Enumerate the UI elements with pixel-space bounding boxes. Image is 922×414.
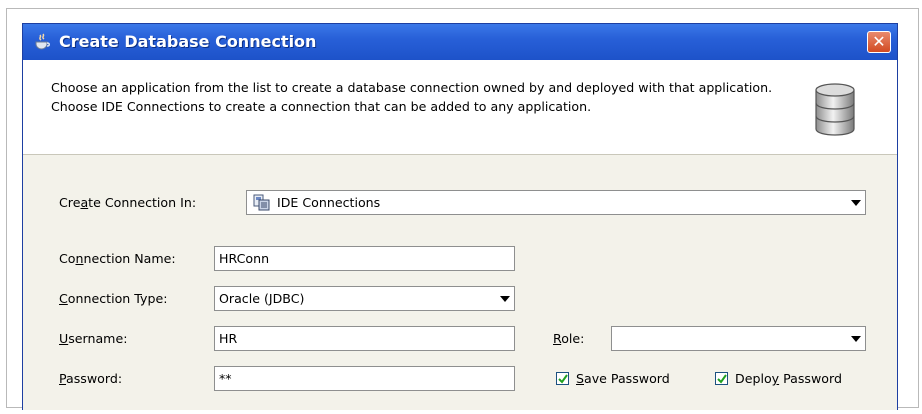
dialog-title: Create Database Connection [59,32,317,51]
description-text: Choose an application from the list to c… [51,80,773,114]
close-button[interactable]: ✕ [867,31,891,53]
save-password-label[interactable]: Save Password [576,371,670,386]
connections-icon [253,194,270,211]
chevron-down-icon[interactable] [495,288,513,309]
checkmark-icon [558,374,568,384]
role-label: Role: [553,331,585,346]
chevron-down-icon[interactable] [846,192,864,213]
chevron-down-icon[interactable] [846,328,864,349]
connection-name-label: Connection Name: [59,251,176,266]
role-select[interactable] [611,326,866,351]
checkmark-icon [717,374,727,384]
title-bar[interactable]: Create Database Connection ✕ [23,24,897,60]
password-input[interactable]: ** [214,366,515,391]
create-connection-in-label: Create Connection In: [59,195,197,210]
create-database-connection-dialog: Create Database Connection ✕ Choose an a… [22,23,898,410]
password-label: Password: [59,371,123,386]
create-connection-in-select[interactable]: IDE Connections [246,190,866,215]
deploy-password-label[interactable]: Deploy Password [735,371,842,386]
deploy-password-checkbox[interactable] [715,372,728,385]
username-input[interactable]: HR [214,326,515,351]
connection-name-input[interactable]: HRConn [214,246,515,271]
save-password-checkbox[interactable] [556,372,569,385]
description-panel: Choose an application from the list to c… [23,60,897,155]
java-cup-icon [35,33,50,50]
create-connection-in-value: IDE Connections [277,195,381,210]
username-label: Username: [59,331,128,346]
connection-type-label: Connection Type: [59,291,168,306]
connection-type-value: Oracle (JDBC) [219,291,305,306]
close-icon: ✕ [872,32,886,51]
database-icon [815,83,855,136]
connection-type-select[interactable]: Oracle (JDBC) [214,286,515,311]
